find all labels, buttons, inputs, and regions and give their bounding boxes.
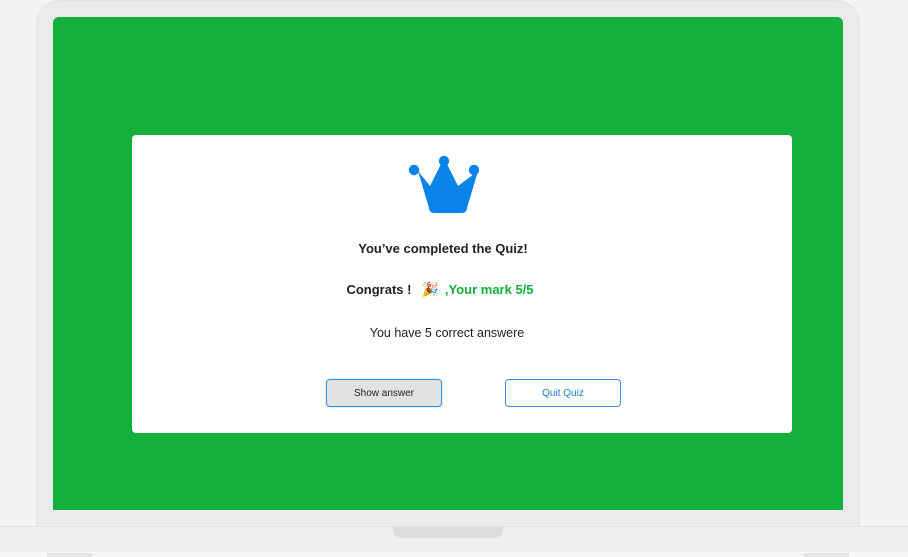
show-answer-button[interactable]: Show answer [326, 379, 442, 407]
score-mark: ,Your mark 5/5 [444, 282, 534, 297]
laptop-notch [393, 527, 503, 538]
congrats-label: Congrats ! [346, 282, 412, 297]
quit-quiz-button[interactable]: Quit Quiz [505, 379, 621, 407]
party-popper-icon: 🎉 [421, 281, 439, 297]
laptop-foot-left [47, 553, 92, 557]
crown-icon [408, 155, 479, 213]
laptop-base-edge [0, 552, 908, 557]
correct-answers-text: You have 5 correct answere [369, 326, 525, 340]
laptop-foot-right [804, 553, 849, 557]
result-box: You’ve completed the Quiz! Congrats ! 🎉 ,Y… [132, 135, 792, 433]
completed-title: You’ve completed the Quiz! [358, 241, 528, 256]
score-line: Congrats ! 🎉 ,Your mark 5/5 [132, 281, 748, 298]
